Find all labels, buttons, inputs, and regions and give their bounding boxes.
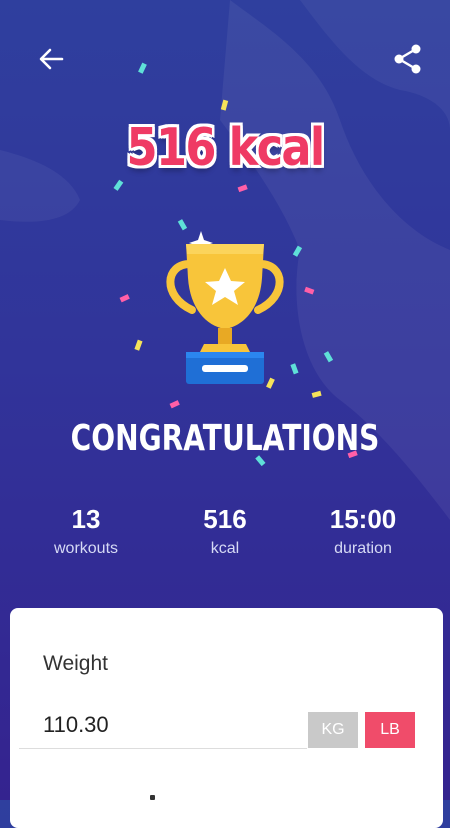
stat-workouts: 13 workouts [11,504,161,558]
top-bar [0,30,450,90]
stat-value: 15:00 [329,504,397,534]
stat-kcal: 516 kcal [150,504,300,558]
burned-kcal-headline: 516 kcal [126,118,326,178]
weight-input[interactable]: 110.30 [43,712,109,738]
share-icon [394,44,421,74]
unit-lb-button[interactable]: LB [365,712,415,748]
stat-value: 516 [203,504,247,534]
arrow-left-icon [39,48,64,70]
weight-card: Weight 110.30 KG LB [10,608,443,828]
partial-content-marker [150,795,155,800]
trophy-icon [166,231,284,384]
weight-title: Weight [43,652,108,675]
stat-value: 13 [71,504,101,534]
stat-label: workouts [53,540,119,557]
unit-kg-button[interactable]: KG [308,712,358,748]
stat-label: duration [334,540,392,557]
congratulations-heading: CONGRATULATIONS [70,418,380,459]
share-button[interactable] [386,37,430,81]
stat-duration: 15:00 duration [288,504,438,558]
input-underline [19,748,307,749]
back-button[interactable] [29,37,73,81]
workout-stats: 13 workouts 516 kcal 15:00 duration [0,504,450,574]
stat-label: kcal [210,540,240,557]
